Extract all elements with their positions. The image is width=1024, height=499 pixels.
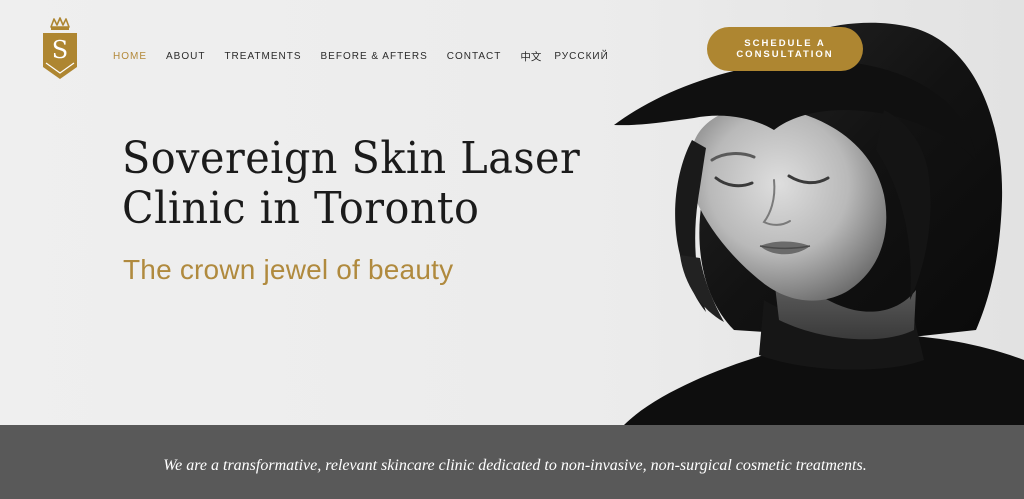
nav-item-home[interactable]: HOME [113,51,147,63]
nav-item-about[interactable]: ABOUT [166,51,205,63]
schedule-consultation-button[interactable]: SCHEDULE A CONSULTATION [707,27,863,71]
hero-section: S HOME ABOUT TREATMENTS BEFORE & AFTERS … [0,0,1024,425]
main-nav: HOME ABOUT TREATMENTS BEFORE & AFTERS CO… [113,51,628,63]
crown-shield-icon[interactable]: S [42,17,78,81]
logo-letter: S [52,36,68,64]
nav-item-russian[interactable]: РУССКИЙ [554,51,608,63]
nav-item-chinese[interactable]: 中文 [520,51,541,63]
hero-tagline: The crown jewel of beauty [123,254,454,285]
page: S HOME ABOUT TREATMENTS BEFORE & AFTERS … [0,0,1024,499]
hero-title: Sovereign Skin Laser Clinic in Toronto [122,134,592,234]
hero-title-line1: Sovereign Skin Laser [122,133,581,184]
hero-title-line2: Clinic in Toronto [122,183,480,234]
intro-band: We are a transformative, relevant skinca… [0,425,1024,499]
nav-item-before-afters[interactable]: BEFORE & AFTERS [321,51,428,63]
intro-text: We are a transformative, relevant skinca… [163,457,867,474]
nav-item-contact[interactable]: CONTACT [447,51,502,63]
nav-item-treatments[interactable]: TREATMENTS [224,51,301,63]
